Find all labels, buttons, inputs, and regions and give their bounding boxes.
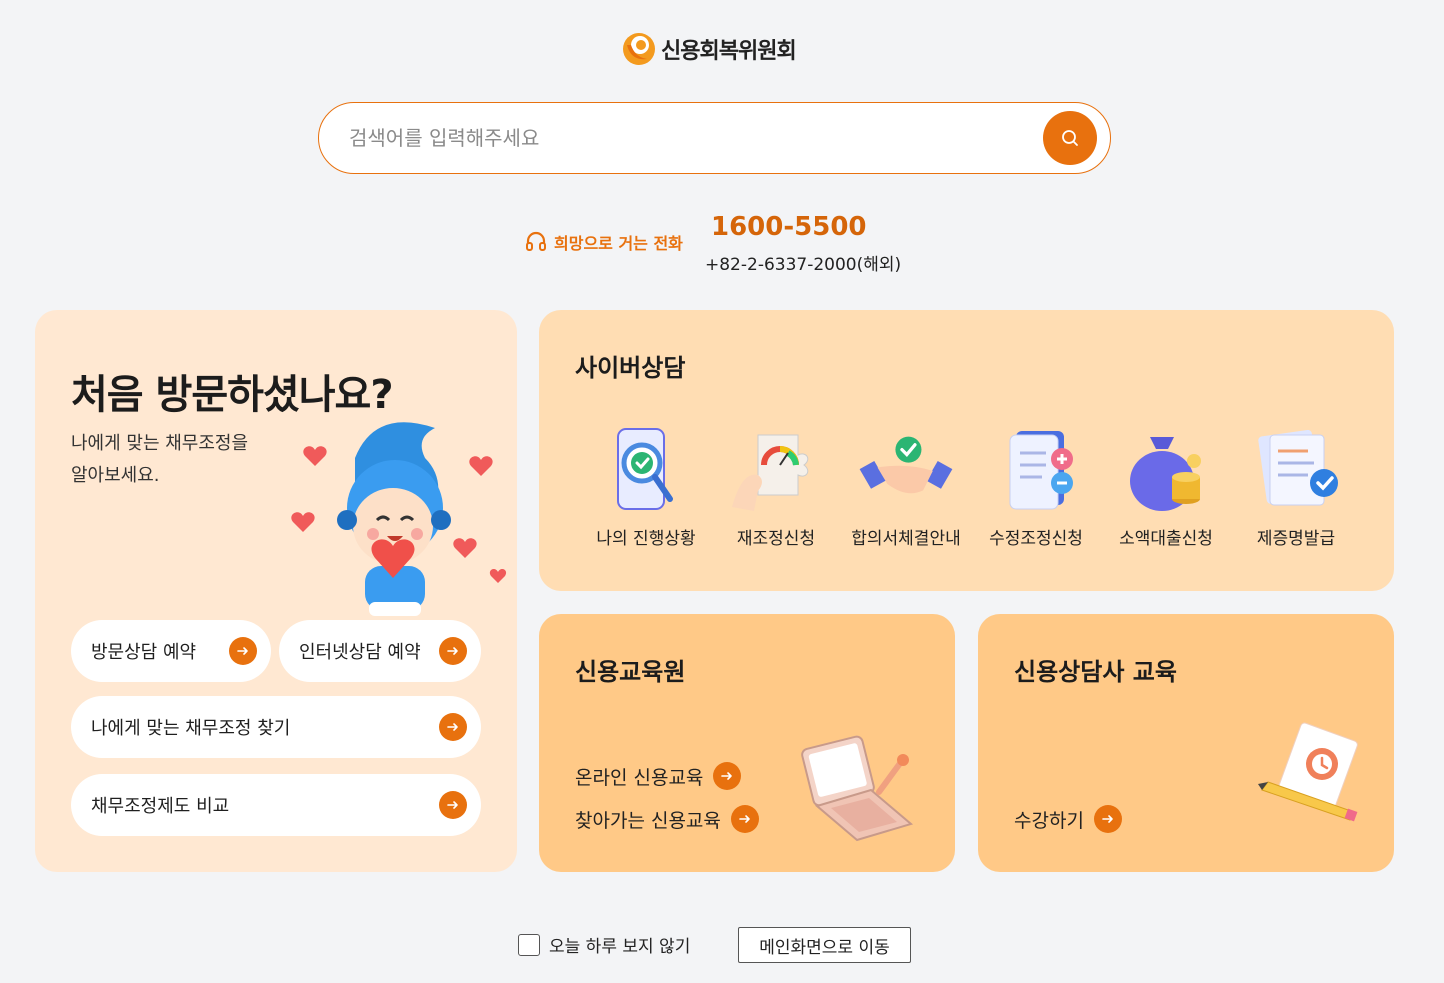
arrow-right-icon xyxy=(730,805,759,833)
dont-show-today-label: 오늘 하루 보지 않기 xyxy=(549,937,691,957)
arrow-right-icon xyxy=(439,791,467,819)
search-icon xyxy=(1062,130,1078,146)
overseas-phone-number[interactable]: +82-2-6337-2000(해외) xyxy=(705,250,901,275)
credit-education-card: 신용교육원 온라인 신용교육 찾아가는 신용교육 xyxy=(539,614,955,872)
arrow-right-icon xyxy=(1093,805,1122,833)
phone-info: 희망으로 거는 전화 1600-5500 +82-2-6337-2000(해외) xyxy=(524,212,944,276)
puzzle-gauge-icon xyxy=(732,434,809,511)
phone-number[interactable]: 1600-5500 xyxy=(711,212,867,242)
compare-debt-programs-button[interactable]: 채무조정제도 비교 xyxy=(71,774,481,836)
first-visit-title: 처음 방문하셨나요? xyxy=(71,372,394,418)
visit-consult-reserve-button[interactable]: 방문상담 예약 xyxy=(71,620,271,682)
dont-show-today-option[interactable]: 오늘 하루 보지 않기 xyxy=(518,932,690,957)
first-visit-card: 처음 방문하셨나요? 나에게 맞는 채무조정을 알아보세요. 방문상담 예약 인… xyxy=(35,310,517,872)
phone-label: 희망으로 거는 전화 xyxy=(554,234,683,253)
cyber-consult-title: 사이버상담 xyxy=(575,354,686,382)
search-bar xyxy=(318,102,1111,174)
enroll-course-link[interactable]: 수강하기 xyxy=(1014,805,1122,833)
document-pencil-illustration xyxy=(1258,722,1358,822)
handshake-icon xyxy=(859,436,953,494)
first-visit-description: 나에게 맞는 채무조정을 알아보세요. xyxy=(71,433,249,486)
go-to-main-button[interactable]: 메인화면으로 이동 xyxy=(738,927,911,963)
cyber-item-small-loan[interactable]: 소액대출신청 xyxy=(1101,424,1231,554)
arrow-right-icon xyxy=(439,637,467,665)
online-education-link[interactable]: 온라인 신용교육 xyxy=(575,762,742,790)
laptop-illustration xyxy=(801,735,914,842)
brand-logo-icon xyxy=(623,33,655,65)
cyber-item-readjust[interactable]: 재조정신청 xyxy=(711,424,841,554)
cyber-item-agreement[interactable]: 합의서체결안내 xyxy=(841,424,971,554)
brand-name: 신용회복위원회 xyxy=(661,39,797,64)
cyber-consult-menu: 나의 진행상황 재조정신청 합의서체결안내 수정조정신청 소액대출신청 제증명발… xyxy=(581,424,1361,554)
headset-icon xyxy=(526,231,546,251)
credit-counselor-education-card: 신용상담사 교육 수강하기 xyxy=(978,614,1394,872)
cyber-item-progress[interactable]: 나의 진행상황 xyxy=(581,424,711,554)
search-input[interactable] xyxy=(349,119,1029,157)
document-plus-minus-icon xyxy=(1009,431,1073,510)
cyber-item-certificate[interactable]: 제증명발급 xyxy=(1231,424,1361,554)
arrow-right-icon xyxy=(713,762,742,790)
internet-consult-reserve-button[interactable]: 인터넷상담 예약 xyxy=(279,620,481,682)
find-debt-adjustment-button[interactable]: 나에게 맞는 채무조정 찾기 xyxy=(71,696,481,758)
dont-show-today-checkbox[interactable] xyxy=(518,933,540,956)
cyber-item-modify[interactable]: 수정조정신청 xyxy=(971,424,1101,554)
search-button[interactable] xyxy=(1043,111,1097,165)
site-logo[interactable]: 신용회복위원회 xyxy=(621,30,797,68)
money-bag-icon xyxy=(1130,437,1201,511)
certificate-check-icon xyxy=(1258,429,1338,506)
credit-counselor-title: 신용상담사 교육 xyxy=(1014,658,1177,686)
arrow-right-icon xyxy=(439,713,467,741)
credit-education-title: 신용교육원 xyxy=(575,658,686,686)
visiting-education-link[interactable]: 찾아가는 신용교육 xyxy=(575,805,759,833)
magnifier-check-icon xyxy=(617,428,673,510)
cyber-consult-card: 사이버상담 나의 진행상황 재조정신청 합의서체결안내 수정조정신청 소액대출신… xyxy=(539,310,1394,591)
arrow-right-icon xyxy=(229,637,257,665)
mascot-illustration xyxy=(291,422,507,616)
